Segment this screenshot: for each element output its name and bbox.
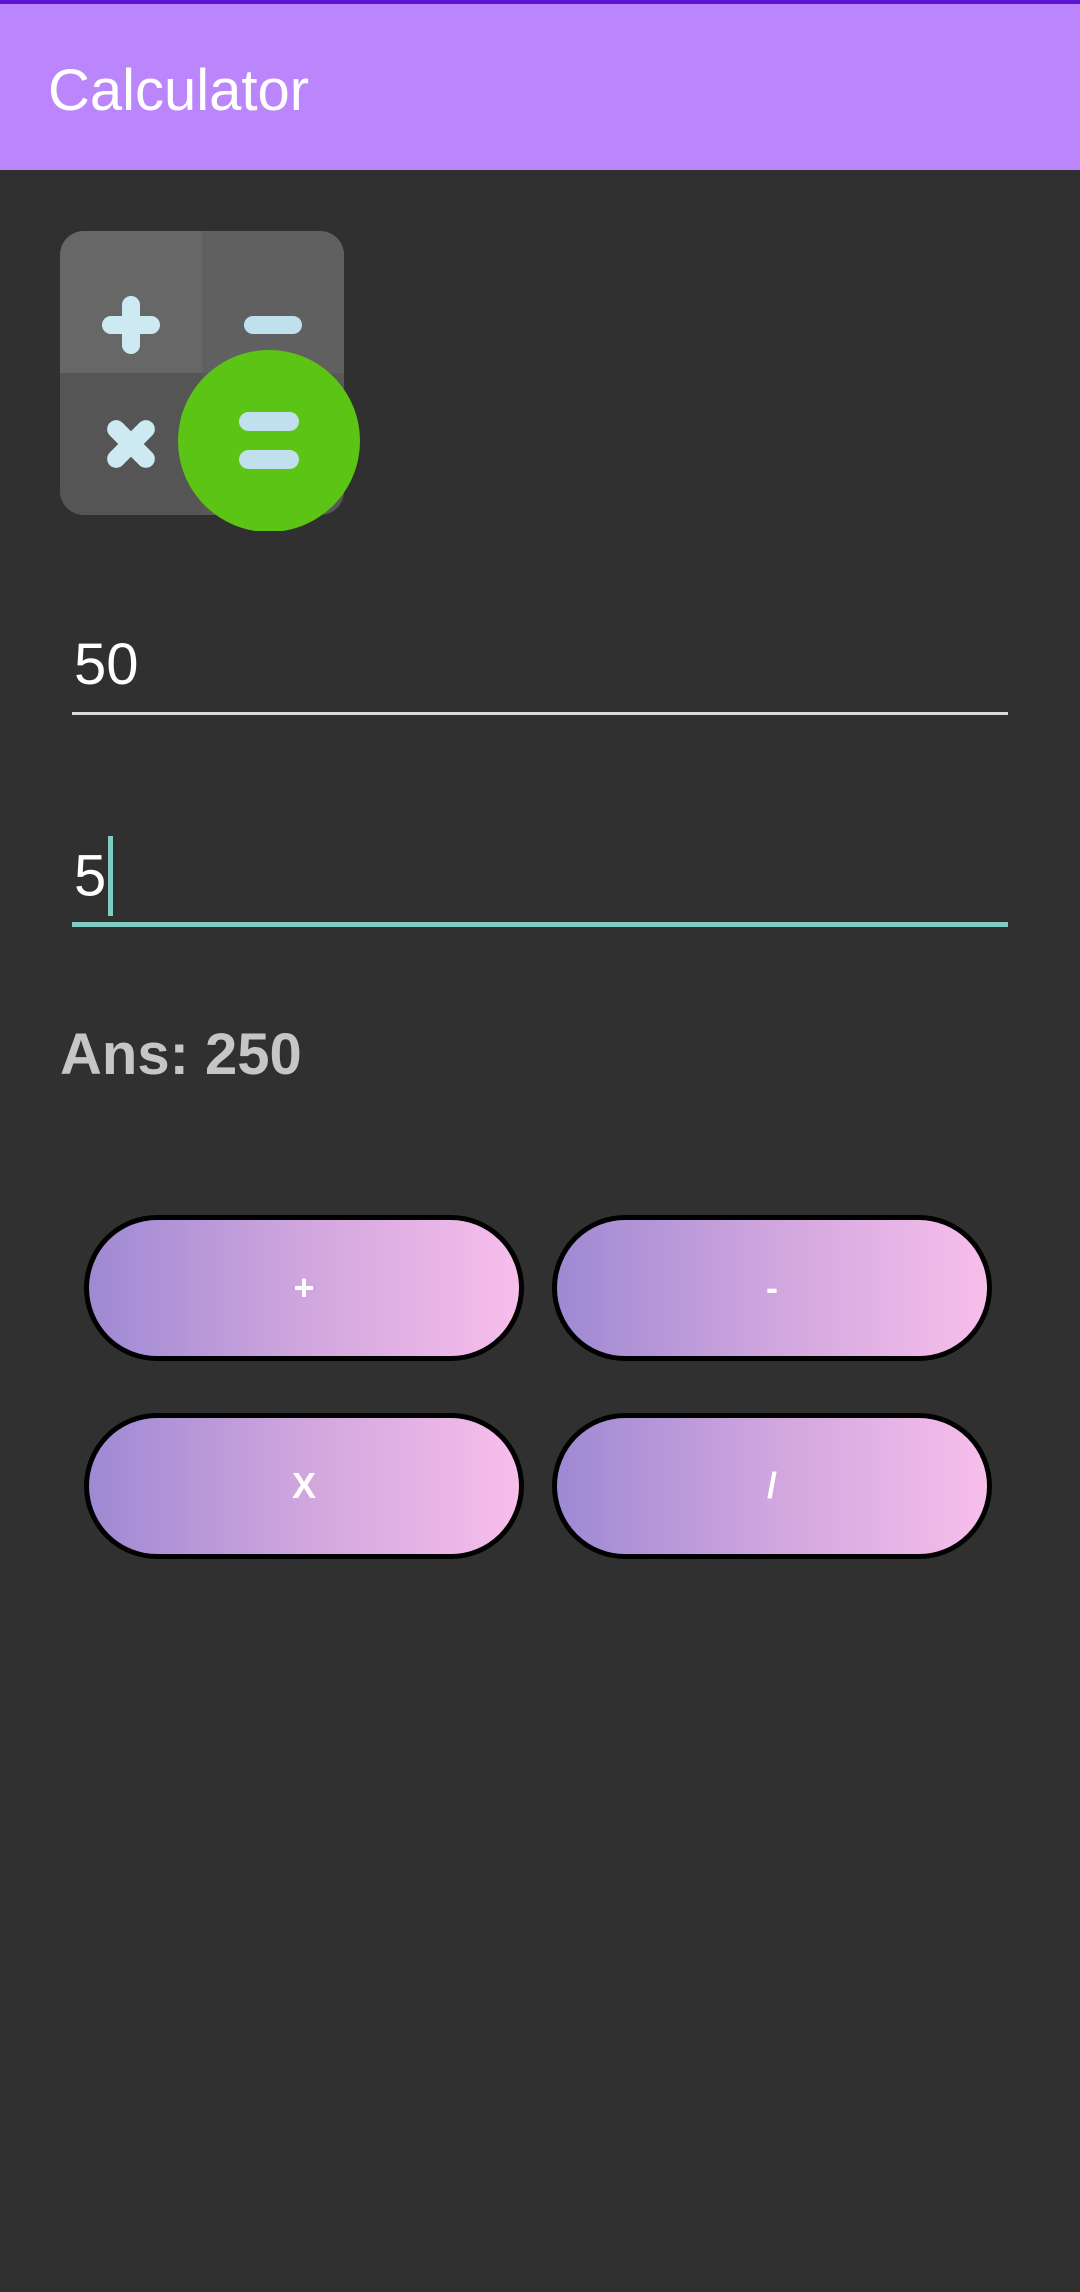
calculator-logo [60,231,360,531]
app-title: Calculator [48,58,310,123]
divide-button[interactable]: / [552,1413,992,1559]
second-number-value: 5 [74,843,107,909]
second-number-field[interactable]: 5 [72,836,1008,930]
text-caret [108,836,114,916]
second-number-underline [72,922,1008,927]
subtract-button[interactable]: - [552,1215,992,1361]
answer-text: Ans: 250 [60,1022,302,1087]
first-number-field[interactable]: 50 [72,630,1008,720]
first-number-value: 50 [74,632,139,697]
app-bar: Calculator [0,4,1080,170]
add-button[interactable]: + [84,1215,524,1361]
multiply-button[interactable]: X [84,1413,524,1559]
plus-icon [102,296,160,354]
minus-icon [244,316,302,334]
first-number-underline [72,712,1008,715]
multiply-icon [107,420,155,468]
equals-icon [178,350,360,531]
